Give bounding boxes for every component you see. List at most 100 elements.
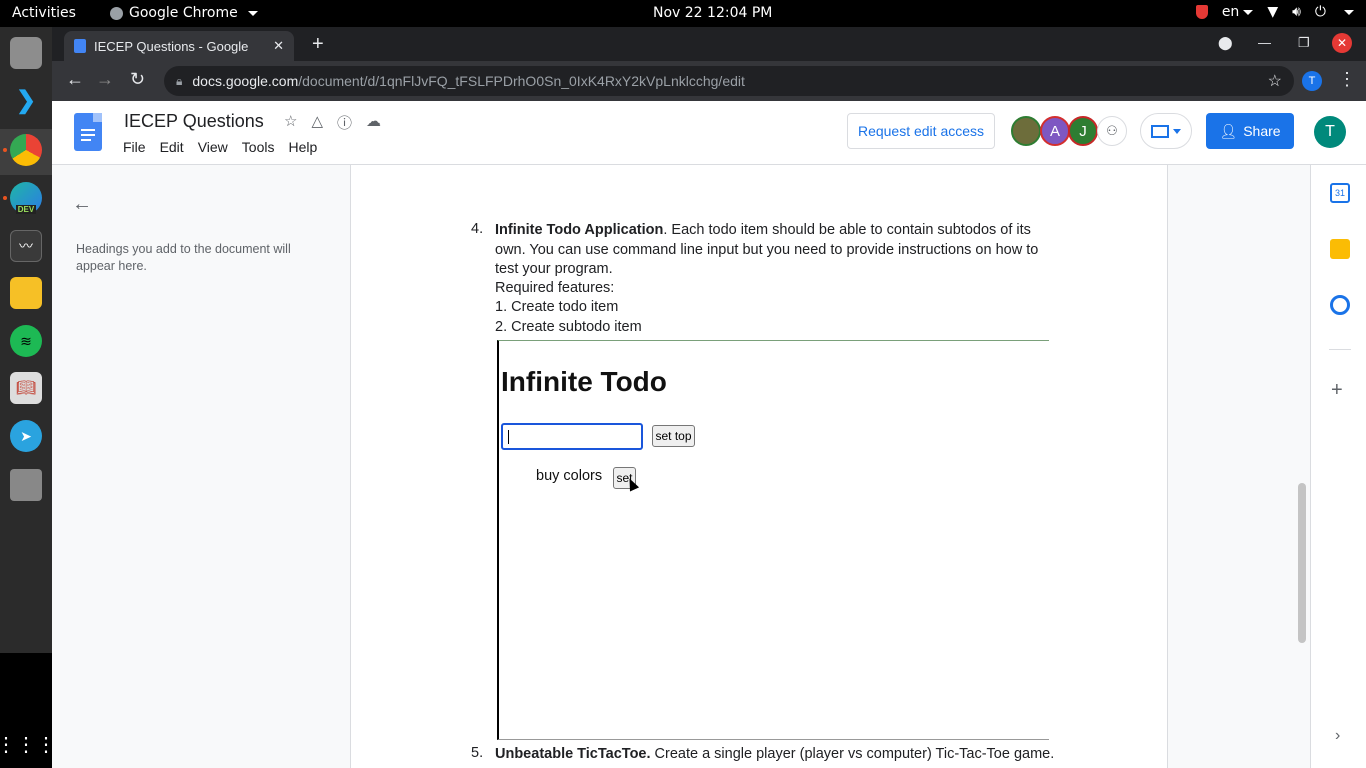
get-addons-icon[interactable]: + (1331, 379, 1343, 402)
tab-search-icon[interactable]: ⬤ (1218, 35, 1233, 51)
docs-logo-icon[interactable] (74, 113, 102, 151)
vscode-icon[interactable]: ❯ (10, 84, 42, 116)
menu-view[interactable]: View (198, 139, 228, 155)
list-number-4: 4. (471, 221, 484, 237)
close-tab-icon[interactable]: ✕ (273, 38, 284, 54)
chevron-down-icon[interactable] (1344, 9, 1354, 15)
star-icon[interactable]: ☆ (284, 112, 297, 133)
minimize-button[interactable]: — (1258, 35, 1271, 50)
running-indicator (3, 148, 7, 152)
wifi-icon: ▼ (1267, 4, 1279, 20)
collaborator-avatar[interactable]: A (1040, 116, 1070, 146)
language-indicator[interactable]: en (1222, 4, 1254, 20)
share-button[interactable]: 👤︎ Share (1206, 113, 1294, 149)
mouse-pointer-icon (624, 476, 640, 492)
embed-set-top-button: set top (652, 425, 695, 447)
item-5-paragraph: Unbeatable TicTacToe. Create a single pl… (495, 745, 1095, 765)
reader-icon[interactable]: 📖︎ (10, 372, 42, 404)
collaborator-avatar[interactable]: J (1068, 116, 1098, 146)
menu-tools[interactable]: Tools (242, 139, 275, 155)
dock-bottom: ⋮⋮⋮ (0, 653, 56, 768)
view-all-collaborators-icon[interactable]: ⚇ (1097, 116, 1127, 146)
system-monitor-icon[interactable]: 〰 (10, 230, 42, 262)
browser-tab-strip: IECEP Questions - Google ✕ + ⬤ — ❐ ✕ (52, 27, 1366, 61)
move-to-drive-icon[interactable]: △ (311, 112, 323, 133)
info-icon[interactable]: ⓘ (337, 112, 352, 133)
chevron-down-icon (247, 10, 258, 16)
system-top-bar: Activities Google Chrome Nov 22 12:04 PM… (0, 0, 1366, 27)
item-5-description: Create a single player (player vs comput… (650, 746, 1055, 762)
running-indicator (3, 196, 7, 200)
embed-heading: Infinite Todo (501, 366, 667, 397)
browser-toolbar: ← → ↻ 🔒︎ docs.google.com/document/d/1qnF… (52, 61, 1366, 101)
back-icon[interactable]: ← (66, 69, 84, 90)
disk-icon[interactable] (10, 469, 42, 501)
clock[interactable]: Nov 22 12:04 PM (653, 5, 772, 21)
app-menu[interactable]: Google Chrome (110, 5, 258, 21)
embed-todo-item: buy colors (536, 468, 603, 484)
collaborator-avatar[interactable] (1011, 116, 1041, 146)
document-title[interactable]: IECEP Questions (124, 111, 264, 132)
embed-todo-input (501, 423, 643, 450)
panel-divider (1329, 349, 1351, 350)
cloud-status-icon[interactable]: ☁ (366, 112, 381, 133)
user-avatar[interactable]: T (1314, 116, 1346, 148)
list-number-5: 5. (471, 745, 484, 761)
close-window-button[interactable]: ✕ (1332, 33, 1352, 53)
dev-badge: DEV (15, 205, 37, 214)
document-scrollbar[interactable] (1298, 483, 1306, 643)
dock: ❯ DEV 〰 ≋ 📖︎ ➤ ⋮⋮⋮ (0, 27, 56, 768)
chrome-icon[interactable] (10, 134, 42, 166)
close-outline-icon[interactable]: ← (72, 193, 92, 216)
feature-2: 2. Create subtodo item (495, 319, 642, 335)
chrome-profile-avatar[interactable]: T (1302, 71, 1322, 91)
files-icon[interactable] (10, 37, 42, 69)
app-menu-label: Google Chrome (129, 5, 238, 21)
tab-iecep-questions[interactable]: IECEP Questions - Google ✕ (64, 31, 294, 61)
lock-icon: 🔒︎ (176, 73, 183, 88)
feature-1: 1. Create todo item (495, 299, 619, 315)
tasks-icon[interactable] (1330, 295, 1350, 315)
volume-icon: 🔊︎ (1292, 4, 1301, 20)
embedded-screenshot-image: Infinite Todo set top buy colors set (497, 340, 1049, 740)
shield-icon[interactable] (1195, 5, 1208, 19)
tab-title: IECEP Questions - Google (94, 38, 249, 54)
power-icon: ⏻ (1314, 4, 1326, 20)
item-5-title: Unbeatable TicTacToe. (495, 746, 651, 762)
outline-empty-text: Headings you add to the document will ap… (76, 242, 291, 273)
calendar-icon[interactable]: 31 (1330, 183, 1350, 203)
show-apps-icon[interactable]: ⋮⋮⋮ (0, 728, 56, 760)
system-tray[interactable]: en ▼ 🔊︎ ⏻ (1195, 4, 1354, 20)
url-path: /document/d/1qnFlJvFQ_tFSLFPDrhO0Sn_0IxK… (298, 73, 745, 89)
required-features-label: Required features: (495, 280, 615, 296)
reload-icon[interactable]: ↻ (130, 69, 145, 90)
chevron-down-icon (1243, 9, 1254, 15)
menu-file[interactable]: File (123, 139, 146, 155)
docs-menu-bar: File Edit View Tools Help (123, 139, 317, 155)
language-label: en (1221, 4, 1240, 20)
maximize-button[interactable]: ❐ (1298, 35, 1310, 51)
edge-dev-icon[interactable]: DEV (10, 182, 42, 214)
notes-icon[interactable] (10, 277, 42, 309)
keep-icon[interactable] (1330, 239, 1350, 259)
telegram-icon[interactable]: ➤ (10, 420, 42, 452)
address-bar[interactable]: 🔒︎ docs.google.com/document/d/1qnFlJvFQ_… (164, 66, 1294, 96)
people-icon: 👤︎ (1219, 122, 1238, 139)
item-4-title: Infinite Todo Application (495, 222, 664, 238)
menu-help[interactable]: Help (288, 139, 317, 155)
menu-edit[interactable]: Edit (160, 139, 184, 155)
expand-panel-icon[interactable]: › (1335, 727, 1340, 745)
present-button[interactable] (1140, 113, 1192, 149)
bookmark-star-icon[interactable]: ☆ (1268, 71, 1282, 91)
spotify-icon[interactable]: ≋ (10, 325, 42, 357)
request-edit-access-button[interactable]: Request edit access (847, 113, 995, 149)
side-panel: 31 + › (1310, 165, 1366, 768)
activities-button[interactable]: Activities (12, 5, 76, 21)
present-icon (1151, 124, 1169, 138)
chrome-menu-icon[interactable]: ⋮ (1338, 69, 1356, 90)
chevron-down-icon (1173, 128, 1181, 134)
title-icons: ☆ △ ⓘ ☁ (284, 112, 381, 133)
new-tab-button[interactable]: + (312, 33, 324, 56)
share-label: Share (1243, 123, 1281, 139)
forward-icon[interactable]: → (96, 69, 114, 90)
